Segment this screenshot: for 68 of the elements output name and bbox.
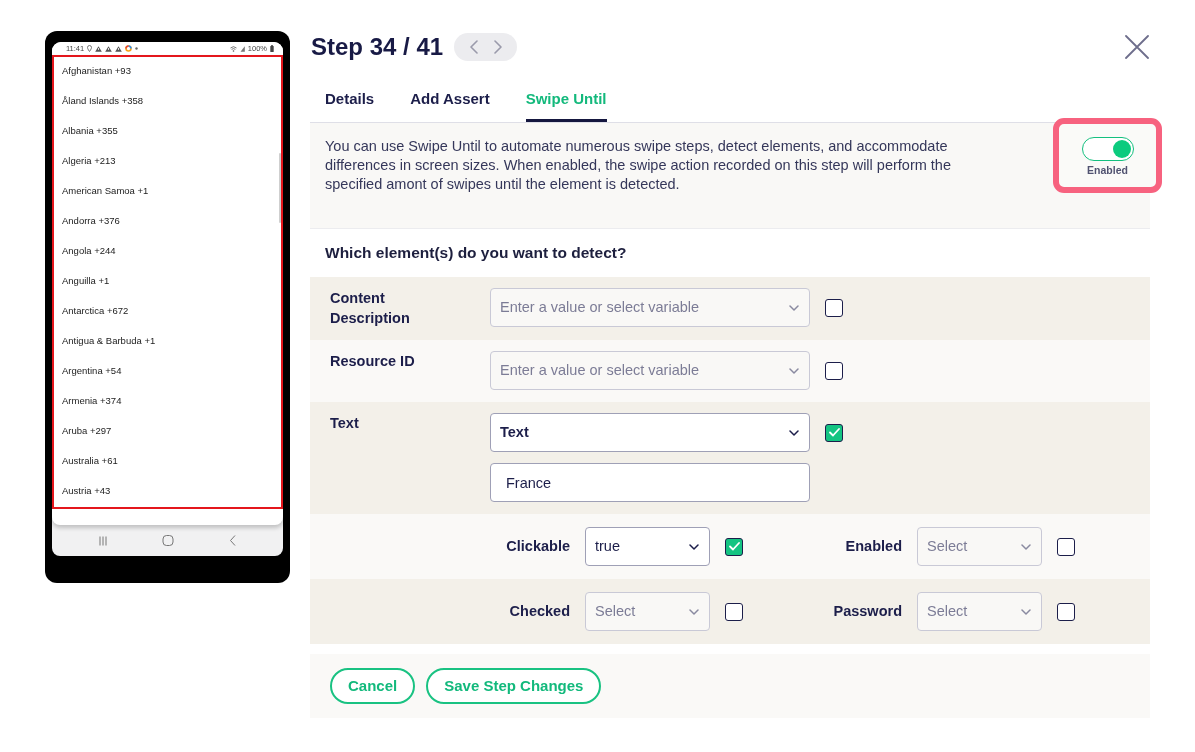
list-item[interactable]: Aruba +297 <box>62 425 112 437</box>
checkbox[interactable] <box>825 298 843 317</box>
field-label: Resource ID <box>330 352 416 371</box>
property-label: Password <box>832 601 902 621</box>
checkbox[interactable] <box>725 537 743 556</box>
list-item[interactable]: Åland Islands +358 <box>62 95 144 107</box>
warning-icon <box>95 45 103 52</box>
checkmark-icon <box>728 542 740 551</box>
list-item[interactable]: Armenia +374 <box>62 395 122 407</box>
chevron-down-icon <box>789 429 799 436</box>
field-label: Text <box>330 414 360 433</box>
close-button[interactable] <box>1124 34 1150 60</box>
property-label: Enabled <box>844 536 902 556</box>
step-title: Step 34 / 41 <box>310 33 444 61</box>
wifi-icon <box>229 45 237 52</box>
chevron-down-icon <box>1021 608 1031 615</box>
field-label: Content Description <box>330 289 411 328</box>
list-item[interactable]: Albania +355 <box>62 125 118 137</box>
dropdown-field[interactable]: true <box>585 527 710 566</box>
chevron-right-icon <box>493 40 502 54</box>
section-heading: Which element(s) do you want to detect? <box>324 243 628 264</box>
app-ring-icon <box>125 45 133 52</box>
list-item[interactable]: Afghanistan +93 <box>62 65 131 77</box>
list-item[interactable]: Antarctica +672 <box>62 305 129 317</box>
chevron-down-icon <box>689 608 699 615</box>
chevron-down-icon <box>789 304 799 311</box>
chevron-down-icon <box>789 367 799 374</box>
dropdown-field[interactable]: Select <box>917 592 1042 631</box>
tab[interactable]: Add Assert <box>410 80 490 122</box>
list-item[interactable]: Algeria +213 <box>62 155 116 167</box>
toggle-switch[interactable] <box>1081 137 1134 161</box>
list-item[interactable]: Australia +61 <box>62 455 118 467</box>
battery-icon <box>270 45 274 52</box>
property-label: Checked <box>508 601 570 621</box>
dropdown-field[interactable]: Select <box>917 527 1042 566</box>
close-icon <box>1125 35 1149 59</box>
warning-icon <box>105 45 113 52</box>
checkbox[interactable] <box>1057 602 1075 621</box>
property-label: Clickable <box>505 536 570 556</box>
dot-icon <box>135 47 139 50</box>
list-item[interactable]: Angola +244 <box>62 245 116 257</box>
list-item[interactable]: Antigua & Barbuda +1 <box>62 335 156 347</box>
dropdown-field[interactable]: Enter a value or select variable <box>490 351 810 390</box>
checkbox[interactable] <box>825 361 843 380</box>
chevron-down-icon <box>689 543 699 550</box>
dropdown-field[interactable]: Text <box>490 413 810 452</box>
text-input[interactable]: France <box>490 463 810 502</box>
list-item[interactable]: American Samoa +1 <box>62 185 149 197</box>
warning-icon <box>115 45 123 52</box>
dropdown-field[interactable]: Select <box>585 592 710 631</box>
scroll-bar <box>279 153 281 223</box>
toggle-label: Enabled <box>1087 164 1128 176</box>
description-text: You can use Swipe Until to automate numerous swipe steps, detect elements, and accommodate differences in screen sizes. When enabled, the swipe action recorded on this step will perform the specified amont of swipes until the element is detected. <box>325 137 952 194</box>
list-item[interactable]: Austria +43 <box>62 485 111 497</box>
list-item[interactable]: Andorra +376 <box>62 215 120 227</box>
list-item[interactable]: Argentina +54 <box>62 365 122 377</box>
checkbox[interactable] <box>725 602 743 621</box>
checkbox[interactable] <box>825 423 843 442</box>
list-item[interactable]: Anguilla +1 <box>62 275 110 287</box>
dropdown-field[interactable]: Enter a value or select variable <box>490 288 810 327</box>
location-icon <box>87 45 93 52</box>
checkbox[interactable] <box>1057 537 1075 556</box>
checkmark-icon <box>828 428 840 437</box>
tab[interactable]: Details <box>325 80 375 122</box>
home-icon[interactable] <box>161 535 174 546</box>
signal-icon <box>239 45 245 52</box>
chevron-left-icon <box>469 40 478 54</box>
chevron-down-icon <box>1021 543 1031 550</box>
